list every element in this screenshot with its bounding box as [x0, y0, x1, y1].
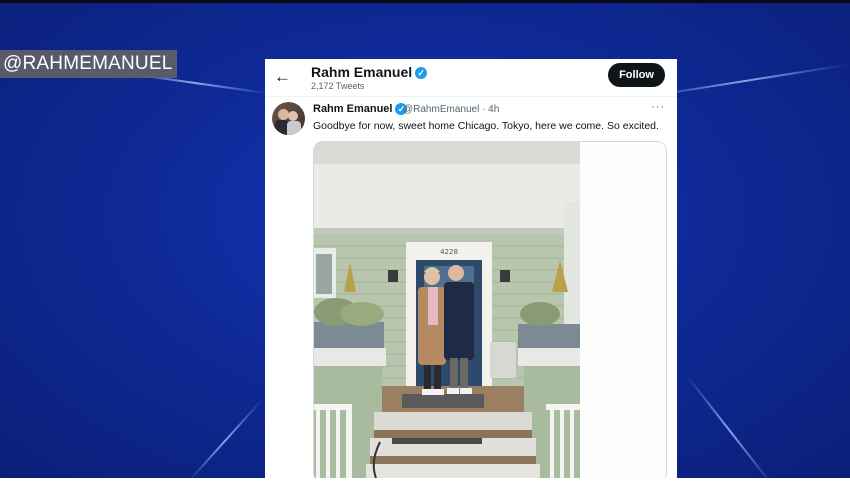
tweet-text: Goodbye for now, sweet home Chicago. Tok… [313, 120, 659, 132]
tweet-author-name-text: Rahm Emanuel [313, 103, 393, 115]
tweet-time[interactable]: · 4h [482, 104, 499, 115]
tweet-author-name[interactable]: Rahm Emanuel ✓ [313, 103, 408, 116]
top-letterbox-bar [0, 0, 850, 3]
tweet-media[interactable]: 4228 [313, 141, 667, 478]
follow-button[interactable]: Follow [608, 63, 665, 87]
profile-name-text: Rahm Emanuel [311, 64, 413, 80]
tweet-author-handle[interactable]: @RahmEmanuel · 4h [403, 104, 499, 115]
tweet-card: ← Rahm Emanuel ✓ 2,172 Tweets Follow Rahm… [265, 59, 677, 478]
profile-header-name: Rahm Emanuel ✓ [311, 64, 428, 80]
author-handle-text: @RahmEmanuel [403, 104, 480, 115]
tweet-count: 2,172 Tweets [311, 81, 365, 91]
header-divider [265, 96, 677, 97]
house-number: 4228 [440, 248, 458, 256]
back-arrow-icon[interactable]: ← [274, 67, 291, 87]
more-options-icon[interactable]: ··· [651, 101, 665, 113]
verified-badge-icon: ✓ [415, 67, 428, 80]
avatar[interactable] [272, 102, 305, 135]
porch-photo: 4228 [314, 142, 580, 478]
broadcast-handle-label: @RAHMEMANUEL [0, 50, 177, 78]
media-blank-panel [580, 142, 666, 478]
